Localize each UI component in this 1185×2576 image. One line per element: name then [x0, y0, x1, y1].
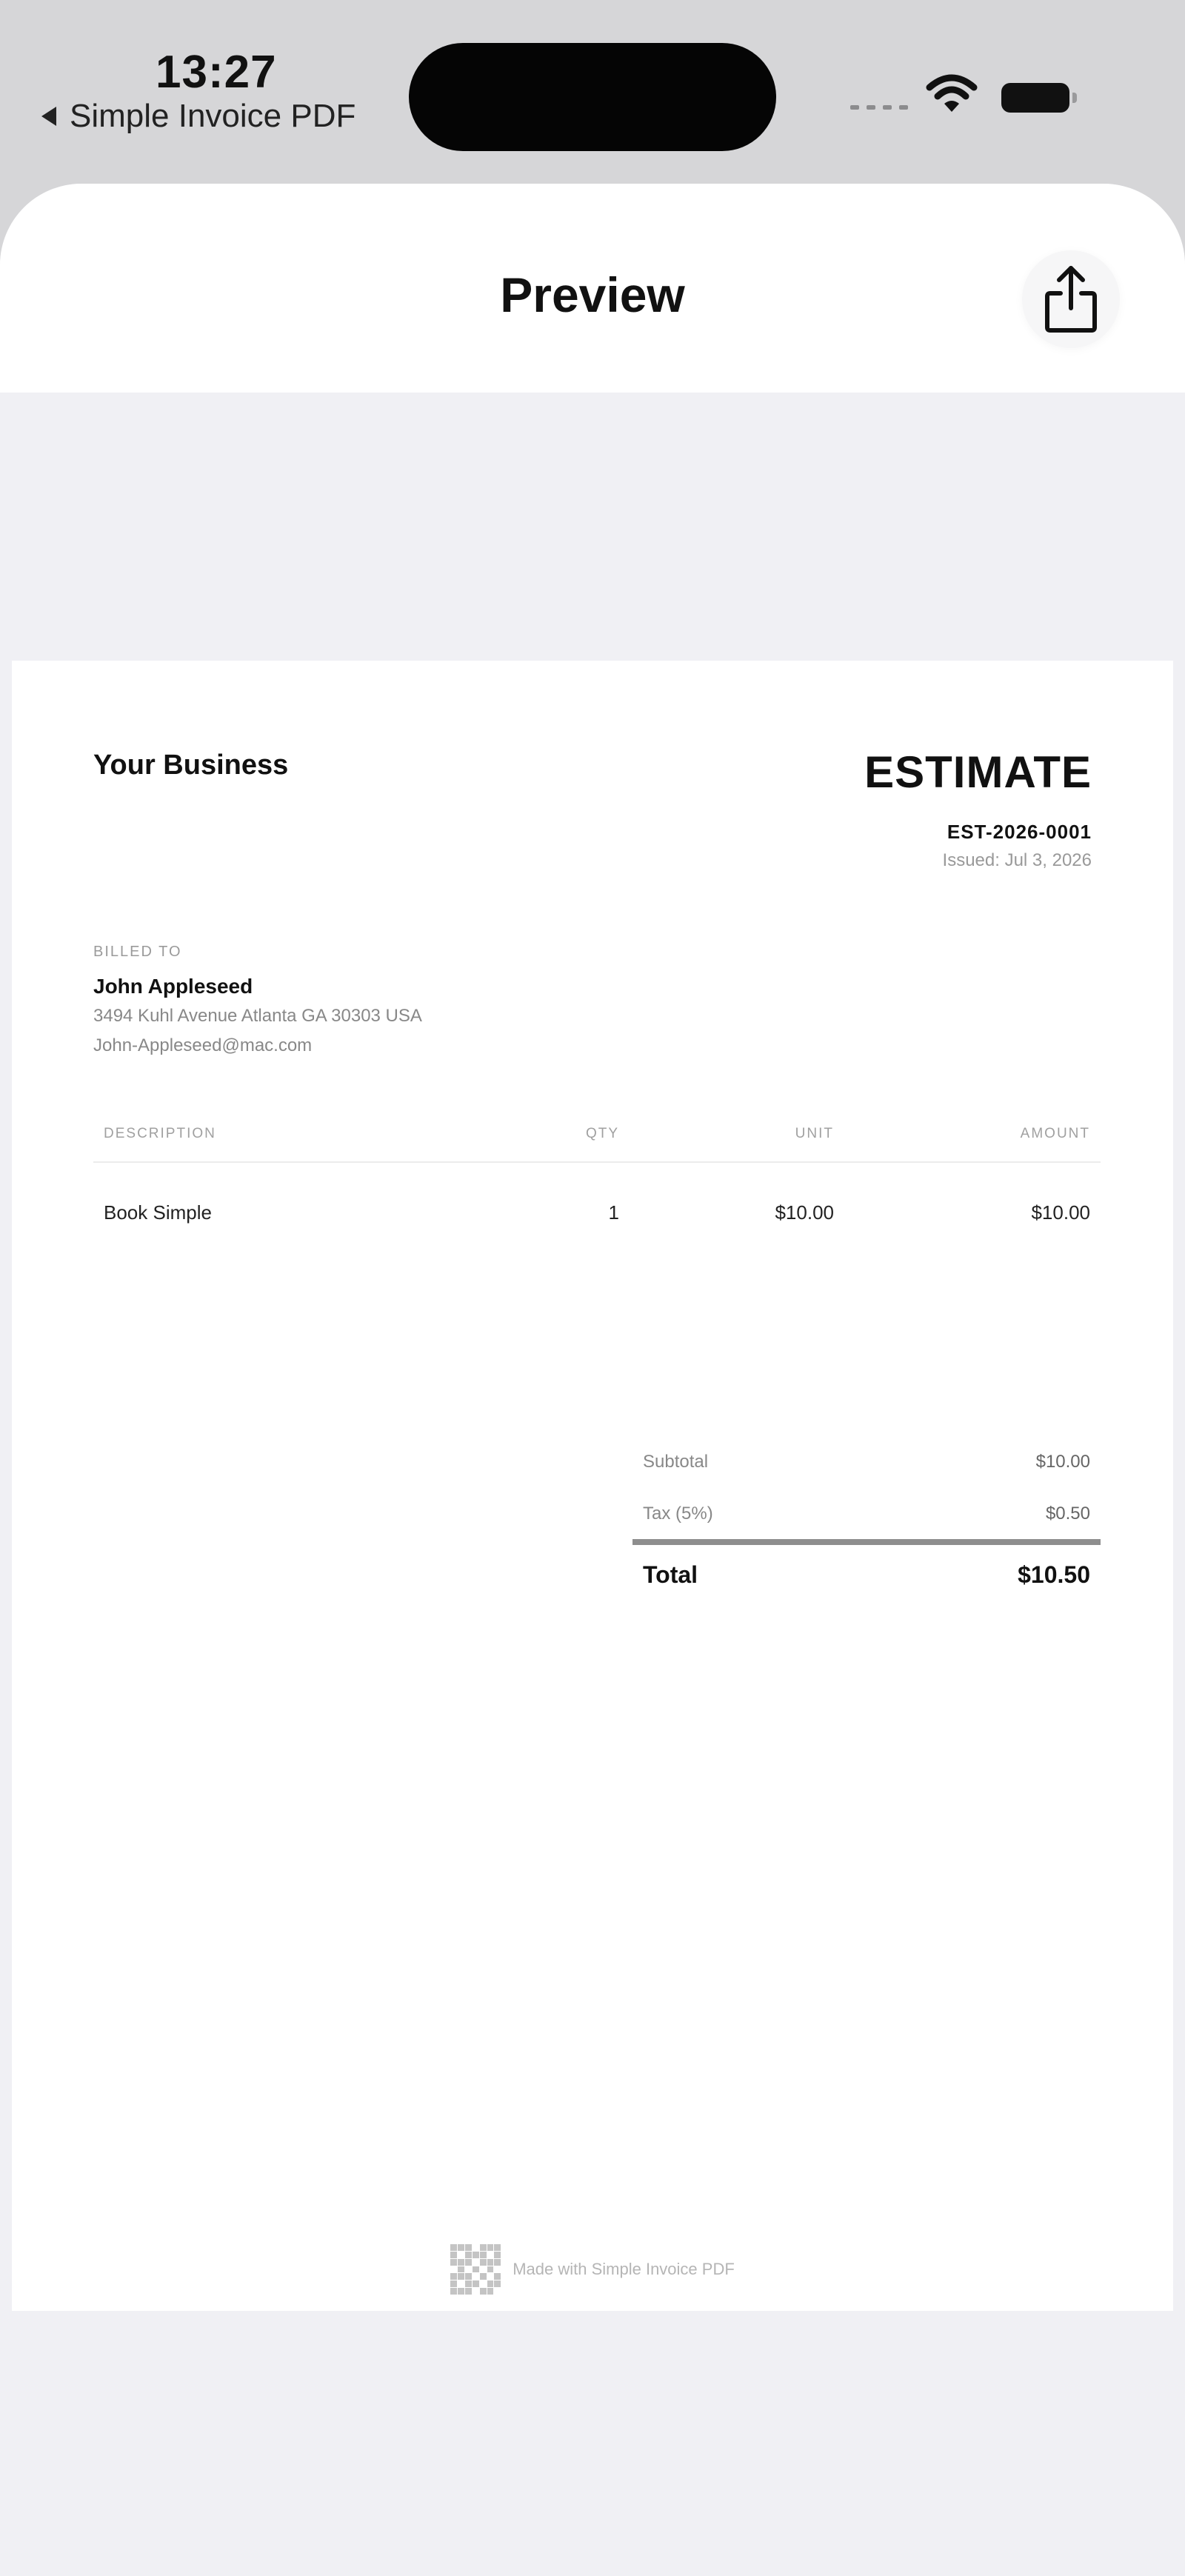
total-label: Total: [643, 1561, 698, 1588]
row-qty: 1: [608, 1201, 619, 1224]
tax-value: $0.50: [1045, 1504, 1090, 1524]
row-amount: $10.00: [1031, 1201, 1090, 1224]
back-arrow-icon: [41, 107, 56, 126]
screen: 13:27 Simple Invoice PDF Preview Your Bu…: [0, 0, 1185, 2576]
document-type: ESTIMATE: [864, 747, 1092, 797]
table-header-divider: [93, 1161, 1101, 1163]
total-value: $10.50: [1018, 1561, 1090, 1588]
wifi-icon: [926, 74, 978, 112]
back-to-app-link[interactable]: Simple Invoice PDF: [41, 98, 356, 135]
preview-sheet: Preview Your Business ESTIMATE EST-2026-…: [0, 184, 1185, 2576]
document-page: Your Business ESTIMATE EST-2026-0001 Iss…: [12, 661, 1173, 2311]
client-email: John-Appleseed@mac.com: [93, 1035, 313, 1055]
document-number: EST-2026-0001: [947, 821, 1092, 843]
client-name: John Appleseed: [93, 975, 253, 998]
column-header-unit: UNIT: [795, 1126, 834, 1141]
business-name: Your Business: [93, 750, 289, 781]
status-bar: 13:27 Simple Invoice PDF: [0, 0, 1185, 185]
status-time: 13:27: [156, 47, 277, 98]
tax-label: Tax (5%): [643, 1504, 713, 1524]
column-header-qty: QTY: [585, 1126, 619, 1141]
column-header-amount: AMOUNT: [1020, 1126, 1090, 1141]
totals-divider: [632, 1539, 1101, 1545]
battery-icon: [1001, 83, 1077, 113]
dynamic-island: [409, 43, 776, 151]
subtotal-label: Subtotal: [643, 1452, 709, 1472]
footer-text: Made with Simple Invoice PDF: [513, 2260, 735, 2278]
document-footer: Made with Simple Invoice PDF: [12, 2244, 1173, 2295]
billed-to-label: BILLED TO: [93, 944, 182, 960]
row-unit: $10.00: [775, 1201, 834, 1224]
client-address: 3494 Kuhl Avenue Atlanta GA 30303 USA: [93, 1006, 422, 1026]
share-icon: [1045, 266, 1097, 333]
cellular-signal-icon: [850, 105, 908, 110]
page-title: Preview: [500, 267, 685, 322]
row-description: Book Simple: [104, 1201, 212, 1224]
share-button[interactable]: [1022, 250, 1120, 348]
subtotal-value: $10.00: [1035, 1452, 1090, 1472]
column-header-description: DESCRIPTION: [104, 1126, 216, 1141]
document-date: Issued: Jul 3, 2026: [942, 850, 1092, 870]
navigation-bar: Preview: [0, 184, 1185, 393]
qr-code-icon: [450, 2244, 501, 2295]
back-app-label: Simple Invoice PDF: [70, 98, 356, 134]
